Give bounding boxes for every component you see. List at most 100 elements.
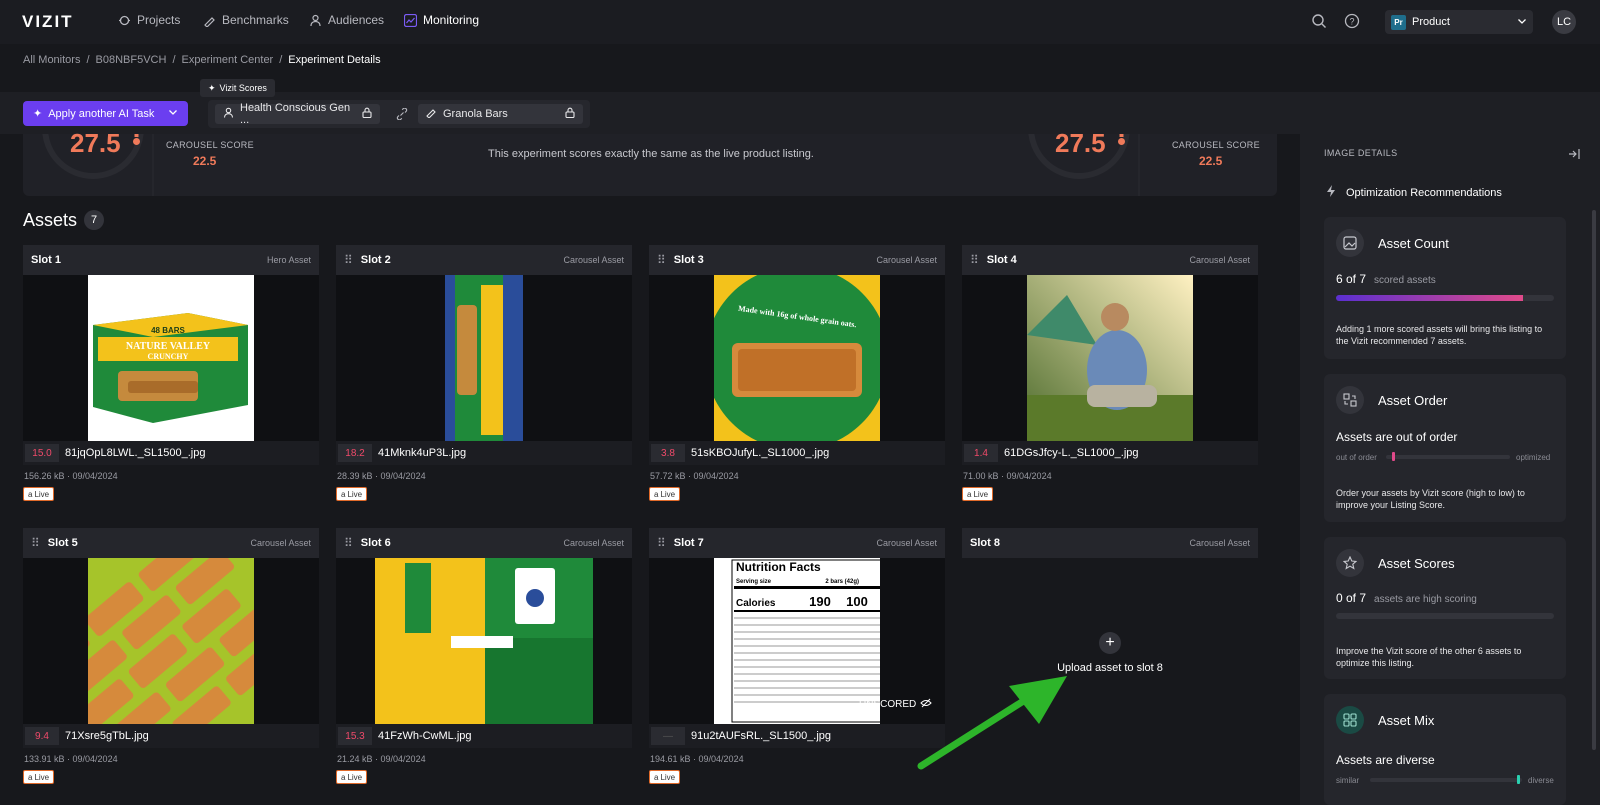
asset-image[interactable]: [336, 275, 632, 441]
nav-projects[interactable]: Projects: [118, 13, 180, 27]
panel-scrollbar[interactable]: [1592, 210, 1596, 750]
drag-handle-icon[interactable]: ⠿: [344, 536, 353, 550]
live-label: Live: [660, 489, 676, 499]
asset-footer: 3.8 51sKBOJufyL._SL1000_.jpg: [649, 441, 945, 465]
asset-card-slot-6[interactable]: ⠿ Slot 6 Carousel Asset 15.3 41FzWh-CwML…: [336, 528, 632, 784]
asset-mix-card: Asset Mix Assets are diverse similar div…: [1324, 694, 1566, 805]
asset-scores-name: Asset Scores: [1378, 556, 1455, 571]
sparkle-icon: ✦: [33, 108, 43, 120]
chevron-down-icon: [168, 107, 178, 120]
order-marker: [1392, 452, 1396, 461]
carousel-score-label: CAROUSEL SCORE: [1172, 140, 1260, 150]
asset-card-slot-1[interactable]: Slot 1 Hero Asset 48 BARS NATURE VALLEY …: [23, 245, 319, 501]
order-icon: [1336, 386, 1364, 414]
vizit-scores-text: Vizit Scores: [219, 83, 267, 93]
asset-image[interactable]: Made with 16g of whole grain oats.: [649, 275, 945, 441]
drag-handle-icon[interactable]: ⠿: [657, 536, 666, 550]
drag-handle-icon[interactable]: ⠿: [31, 536, 40, 550]
breadcrumb-all-monitors[interactable]: All Monitors: [23, 54, 80, 66]
asset-meta: 133.91 kB · 09/04/2024: [24, 754, 118, 764]
lock-icon: [362, 107, 372, 121]
mix-scale: [1370, 778, 1522, 782]
product-badge: Pr: [1391, 14, 1406, 30]
asset-card-slot-5[interactable]: ⠿ Slot 5 Carousel Asset 9.4 71Xsre5gTbL.…: [23, 528, 319, 784]
help-icon[interactable]: ?: [1344, 13, 1360, 29]
amazon-icon: a: [654, 489, 659, 499]
slot-label: Slot 4: [986, 254, 1017, 266]
drag-handle-icon[interactable]: ⠿: [344, 253, 353, 267]
search-icon[interactable]: [1311, 13, 1327, 29]
apply-ai-task-button[interactable]: ✦ Apply another AI Task: [23, 101, 188, 126]
order-scale: [1386, 455, 1510, 459]
asset-card-header: Slot 1 Hero Asset: [23, 245, 319, 275]
carousel-score-label: CAROUSEL SCORE: [166, 140, 254, 150]
image-details-title: IMAGE DETAILS: [1324, 148, 1398, 158]
live-listing-score: 27.5: [70, 128, 121, 158]
asset-scores-sub: assets are high scoring: [1374, 594, 1477, 605]
asset-image[interactable]: Nutrition Facts Serving size 2 bars (42g…: [649, 558, 945, 724]
nav-monitoring[interactable]: Monitoring: [404, 13, 479, 27]
drag-handle-icon[interactable]: ⠿: [970, 253, 979, 267]
assets-title: Assets: [23, 210, 78, 230]
asset-card-slot-2[interactable]: ⠿ Slot 2 Carousel Asset 18.2 41Mknk4uP3L…: [336, 245, 632, 501]
live-label: Live: [347, 772, 363, 782]
nav-audiences[interactable]: Audiences: [309, 13, 384, 27]
product-label: Product: [1412, 16, 1450, 28]
asset-card-header: ⠿ Slot 7 Carousel Asset: [649, 528, 945, 558]
asset-order-name: Asset Order: [1378, 393, 1448, 408]
nutrition-label-image: Nutrition Facts Serving size 2 bars (42g…: [714, 558, 880, 724]
asset-card-slot-3[interactable]: ⠿ Slot 3 Carousel Asset Made with 16g of…: [649, 245, 945, 501]
breadcrumb-asin[interactable]: B08NBF5VCH: [96, 54, 167, 66]
asset-image[interactable]: 48 BARS NATURE VALLEY CRUNCHY: [23, 275, 319, 441]
asset-count-progress-fill: [1336, 295, 1524, 301]
category-chip-label: Granola Bars: [443, 108, 508, 120]
calories-value-2: 100: [846, 594, 868, 609]
product-select[interactable]: Pr Product: [1385, 10, 1533, 34]
chevron-down-icon: [1517, 15, 1527, 29]
category-chip[interactable]: Granola Bars: [418, 104, 583, 124]
asset-image[interactable]: [23, 558, 319, 724]
breadcrumb-experiment-center[interactable]: Experiment Center: [182, 54, 274, 66]
asset-kind: Carousel Asset: [876, 538, 937, 548]
collapse-panel-icon[interactable]: [1568, 148, 1580, 163]
asset-scores-progress: [1336, 613, 1554, 619]
nav-projects-label: Projects: [137, 13, 181, 27]
vizit-logo[interactable]: VIZIT: [22, 12, 74, 32]
asset-footer: 9.4 71Xsre5gTbL.jpg: [23, 724, 319, 748]
drag-handle-icon[interactable]: ⠿: [657, 253, 666, 267]
slot-label: Slot 1: [31, 254, 61, 266]
asset-size: 21.24 kB: [337, 754, 373, 764]
asset-count-value: 6 of 7: [1336, 272, 1367, 286]
audience-chip[interactable]: Health Conscious Gen ...: [215, 102, 380, 126]
asset-image[interactable]: [962, 275, 1258, 441]
slot-label: Slot 6: [360, 537, 391, 549]
asset-image[interactable]: [336, 558, 632, 724]
asset-scores-card: Asset Scores 0 of 7 assets are high scori…: [1324, 537, 1566, 679]
breadcrumb-separator: /: [86, 54, 90, 66]
breadcrumb-separator: /: [172, 54, 176, 66]
asset-date: 09/04/2024: [693, 471, 739, 481]
asset-card-slot-4[interactable]: ⠿ Slot 4 Carousel Asset 1.4 61DGsJfcy-L.…: [962, 245, 1258, 501]
optimization-recommendations[interactable]: Optimization Recommendations: [1326, 185, 1502, 200]
link-icon[interactable]: [396, 107, 408, 123]
hiker-photo-image: [1027, 275, 1193, 441]
plus-icon[interactable]: +: [1099, 632, 1121, 654]
vizit-scores-label: ✦ Vizit Scores: [200, 79, 275, 97]
apply-ai-task-label: Apply another AI Task: [48, 107, 155, 120]
nav-benchmarks[interactable]: Benchmarks: [203, 13, 289, 27]
asset-score: —: [651, 727, 685, 745]
asset-order-card: Asset Order Assets are out of order out …: [1324, 374, 1566, 522]
avatar[interactable]: LC: [1552, 10, 1576, 34]
asset-card-slot-7[interactable]: ⠿ Slot 7 Carousel Asset Nutrition Facts …: [649, 528, 945, 784]
asset-meta: 28.39 kB · 09/04/2024: [337, 471, 426, 481]
asset-card-header: ⠿ Slot 3 Carousel Asset: [649, 245, 945, 275]
assets-count-badge: 7: [84, 210, 104, 230]
asset-date: 09/04/2024: [380, 754, 426, 764]
grid-icon: [1336, 706, 1364, 734]
asset-meta: 21.24 kB · 09/04/2024: [337, 754, 426, 764]
tag-icon: [426, 107, 437, 121]
serving-value: 2 bars (42g): [825, 579, 859, 585]
slot-label: Slot 7: [673, 537, 704, 549]
breadcrumb: All Monitors / B08NBF5VCH / Experiment Cen…: [23, 54, 381, 66]
asset-date: 09/04/2024: [1006, 471, 1052, 481]
